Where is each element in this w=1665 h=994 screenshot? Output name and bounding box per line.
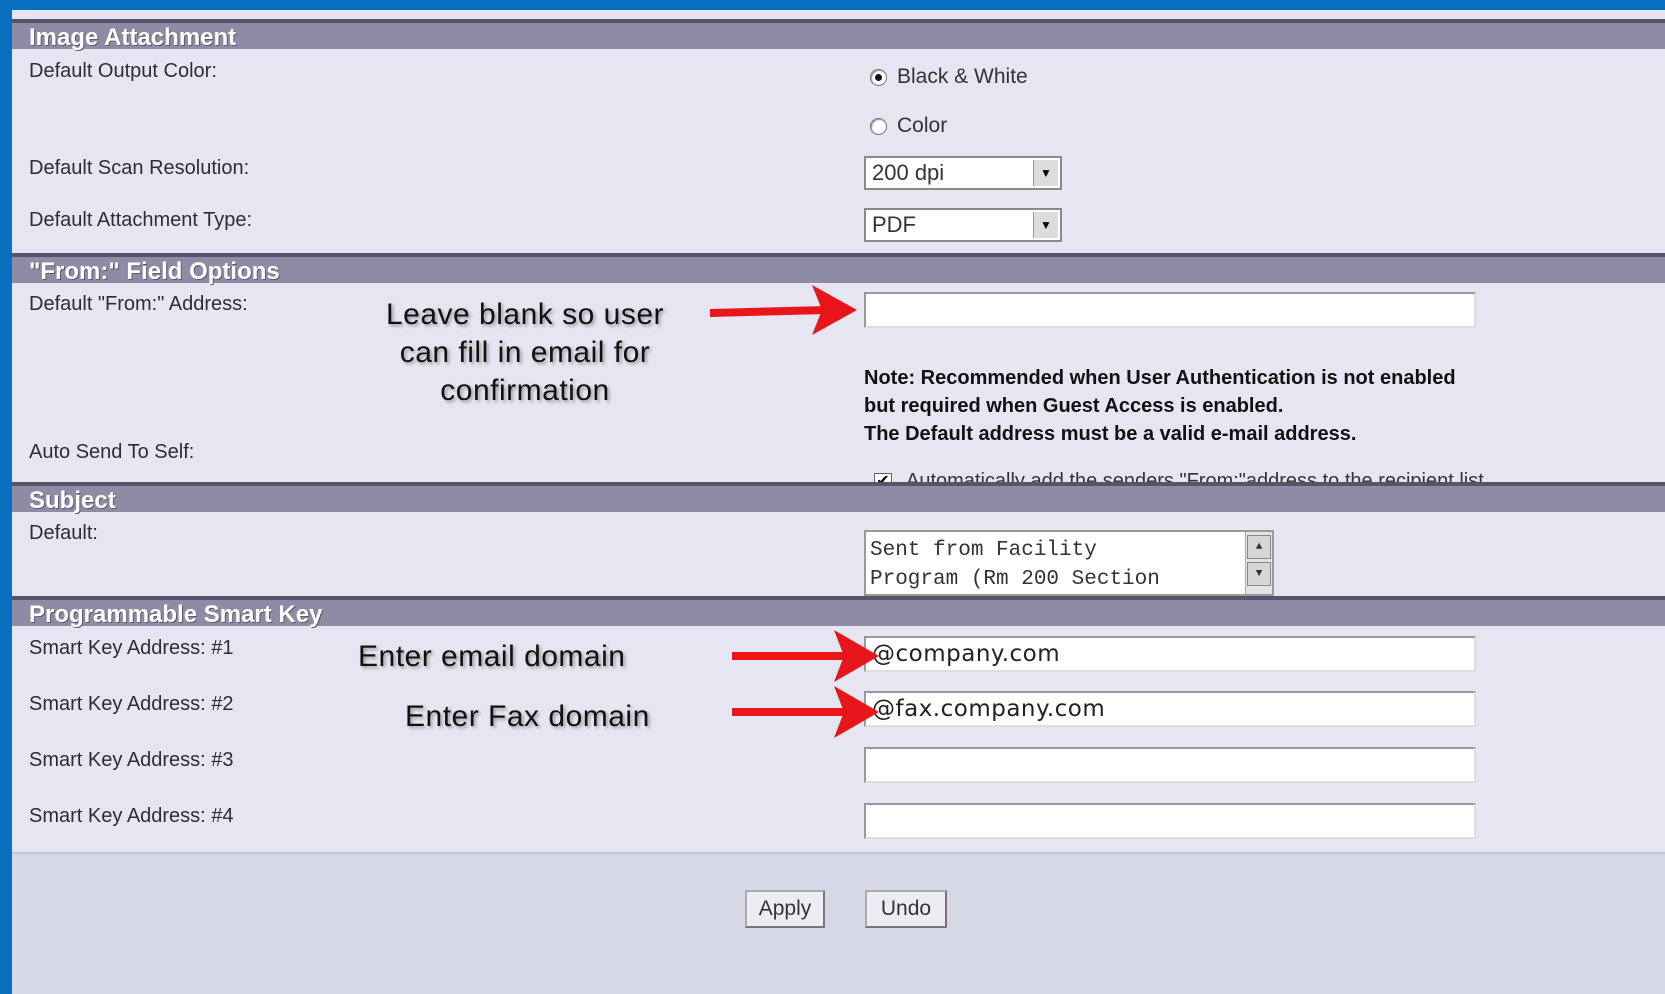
chevron-down-icon[interactable]: ▼ [1033,212,1058,238]
subject-default-label: Default: [29,522,98,544]
smart-key-3-label: Smart Key Address: #3 [29,749,234,771]
smart-key-1-input[interactable]: @company.com [864,636,1476,672]
note-line: but required when Guest Access is enable… [864,395,1284,417]
smart-key-2-input[interactable]: @fax.company.com [864,691,1476,727]
section-header-subject: Subject [12,482,1665,514]
smart-key-3-input[interactable] [864,747,1476,783]
radio-button-icon[interactable] [870,117,887,135]
smart-key-4-input[interactable] [864,803,1476,839]
from-address-label: Default "From:" Address: [29,293,248,315]
annotation-email-domain: Enter email domain [358,640,626,673]
note-line: Note: Recommended when User Authenticati… [864,367,1456,389]
radio-black-white-label: Black & White [897,65,1028,88]
subject-line: Sent from Facility [870,539,1097,562]
scan-resolution-select[interactable]: 200 dpi ▼ [864,156,1062,190]
from-address-input[interactable] [864,292,1476,328]
settings-panel: Image Attachment Default Output Color: B… [12,10,1665,994]
note-line: The Default address must be a valid e-ma… [864,423,1357,445]
chevron-down-icon[interactable]: ▼ [1033,160,1058,186]
button-bar [12,852,1665,994]
subject-scrollbar[interactable]: ▲ ▼ [1245,532,1272,594]
subject-line: Program (Rm 200 Section [870,568,1160,591]
scroll-up-icon[interactable]: ▲ [1247,535,1271,559]
annotation-leave-blank: Leave blank so user can fill in email fo… [330,296,720,410]
arrow-right-icon [709,285,857,335]
section-header-smart-key: Programmable Smart Key [12,596,1665,628]
section-header-from-options: "From:" Field Options [12,253,1665,285]
scan-resolution-value: 200 dpi [872,160,945,185]
scroll-down-icon[interactable]: ▼ [1247,562,1271,586]
arrow-right-icon [732,686,879,738]
undo-button[interactable]: Undo [865,890,947,928]
annotation-fax-domain: Enter Fax domain [405,700,650,733]
annotation-line: can fill in email for [399,336,651,369]
section-header-image-attachment: Image Attachment [12,19,1665,51]
radio-color-label: Color [897,114,948,137]
radio-black-white[interactable]: Black & White [870,65,1028,89]
attachment-type-label: Default Attachment Type: [29,209,253,231]
subject-textarea[interactable]: Sent from Facility Program (Rm 200 Secti… [864,530,1274,596]
auto-send-label: Auto Send To Self: [29,441,195,463]
radio-button-icon[interactable] [870,68,887,86]
output-color-label: Default Output Color: [29,60,217,82]
attachment-type-select[interactable]: PDF ▼ [864,208,1062,242]
annotation-line: confirmation [440,374,610,407]
scan-resolution-label: Default Scan Resolution: [29,157,250,179]
arrow-right-icon [732,630,879,682]
annotation-line: Leave blank so user [385,298,664,331]
from-address-note: Note: Recommended when User Authenticati… [864,364,1456,448]
radio-color[interactable]: Color [870,114,947,138]
apply-button[interactable]: Apply [745,890,825,928]
attachment-type-value: PDF [872,212,916,237]
smart-key-4-label: Smart Key Address: #4 [29,805,234,827]
smart-key-1-label: Smart Key Address: #1 [29,637,234,659]
smart-key-2-label: Smart Key Address: #2 [29,693,234,715]
